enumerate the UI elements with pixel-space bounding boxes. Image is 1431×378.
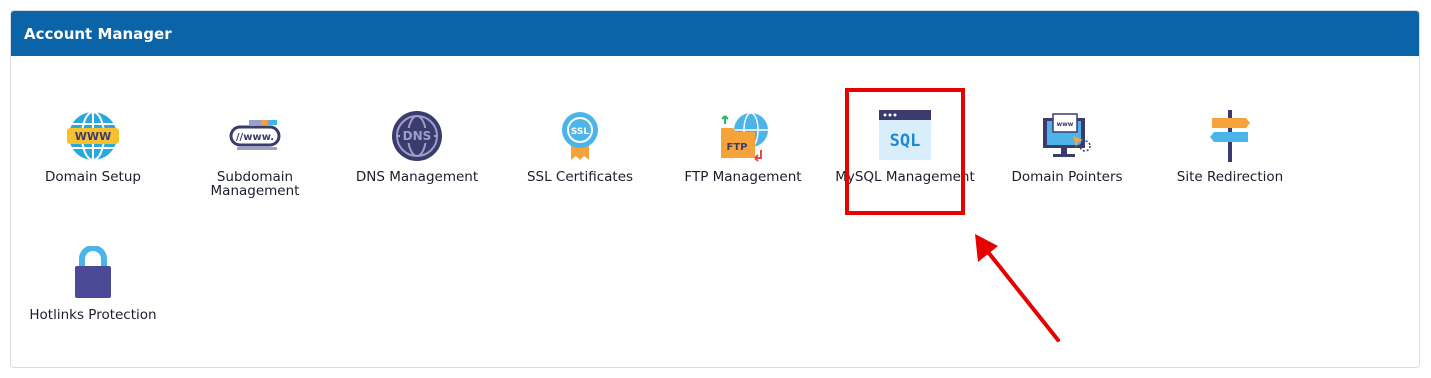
annotation-arrow-icon <box>975 234 1060 342</box>
